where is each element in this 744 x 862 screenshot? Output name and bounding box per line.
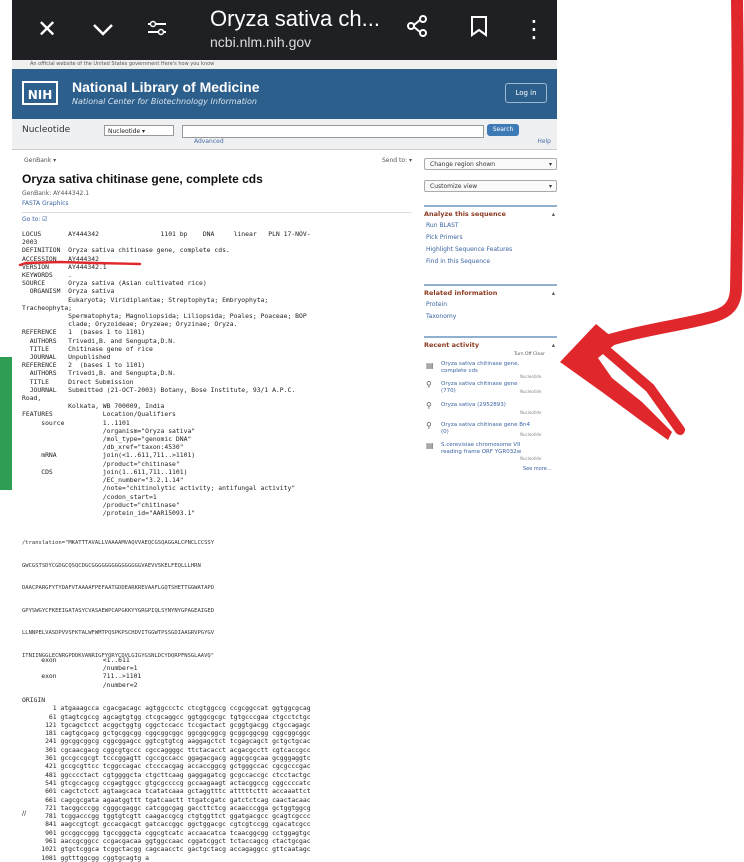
red-annotation-overlay [18,0,744,440]
accession-underline [18,260,142,267]
red-arrow-line [604,0,744,346]
red-arrow-head [560,324,672,440]
